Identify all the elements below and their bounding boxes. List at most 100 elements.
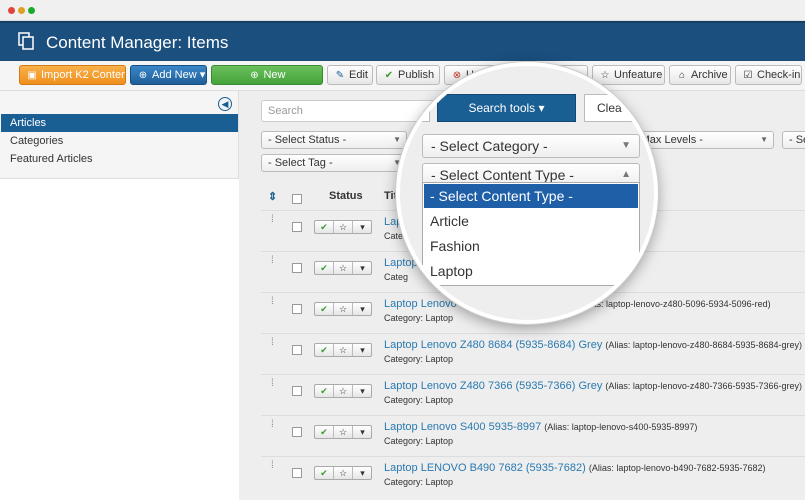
sidebar-item-articles[interactable]: Articles (1, 114, 238, 132)
sort-order-icon[interactable]: ⇕ (268, 190, 277, 203)
search-button[interactable] (400, 94, 430, 122)
featured-star-icon[interactable]: ☆ (334, 221, 353, 233)
featured-star-icon[interactable]: ☆ (334, 467, 353, 479)
featured-star-icon[interactable]: ☆ (334, 426, 353, 438)
published-check-icon[interactable]: ✔ (315, 467, 334, 479)
actions-caret-icon[interactable]: ▾ (353, 221, 372, 233)
import-icon: ▣ (27, 70, 37, 81)
published-check-icon[interactable]: ✔ (315, 344, 334, 356)
item-title-link[interactable]: Laptop Lenovo S400 5935-8997 (Alias: lap… (384, 421, 697, 433)
minimize-dot-icon[interactable] (18, 7, 25, 14)
item-title-link[interactable]: Laptop LENOVO B490 7682 (5935-7682) (Ali… (384, 462, 766, 474)
maximize-dot-icon[interactable] (28, 7, 35, 14)
published-check-icon[interactable]: ✔ (315, 262, 334, 274)
actions-caret-icon[interactable]: ▾ (353, 344, 372, 356)
row-divider (261, 374, 805, 375)
status-column-header[interactable]: Status (329, 190, 363, 202)
unfeature-button[interactable]: ☆ Unfeature (592, 65, 665, 85)
featured-star-icon[interactable]: ☆ (334, 385, 353, 397)
row-checkbox[interactable] (292, 345, 302, 355)
check-icon: ✔ (384, 70, 394, 81)
item-title-link[interactable]: Laptop Lenovo Z480 8684 (5935-8684) Grey… (384, 339, 802, 351)
actions-caret-icon[interactable]: ▾ (353, 385, 372, 397)
item-alias: (Alias: laptop-lenovo-z480-8684-5935-868… (605, 340, 803, 350)
category-filter-select[interactable]: - Select Category - ▼ (422, 134, 640, 158)
sidebar-item-featured-articles[interactable]: Featured Articles (1, 150, 238, 168)
toolbar: ▣ Import K2 Content ⊕ Add New ▾ ⊕ New ✎ Edit… (0, 61, 805, 91)
item-category: Category: Laptop (384, 436, 454, 446)
item-alias: (Alias: laptop-lenovo-b490-7682-5935-768… (588, 463, 766, 473)
new-button[interactable]: ⊕ New (211, 65, 323, 85)
published-check-icon[interactable]: ✔ (315, 303, 334, 315)
row-checkbox[interactable] (292, 427, 302, 437)
collapse-sidebar-icon[interactable]: ◀ (218, 97, 232, 111)
drag-handle-icon[interactable]: ⁞ (271, 256, 274, 266)
item-title[interactable]: Laptop Lenovo S400 5935-8997 (384, 421, 541, 433)
row-checkbox[interactable] (292, 386, 302, 396)
status-button-group: ✔ ☆ ▾ (314, 466, 372, 480)
row-divider (261, 415, 805, 416)
row-checkbox[interactable] (292, 263, 302, 273)
select-all-checkbox[interactable] (292, 194, 302, 204)
row-checkbox[interactable] (292, 468, 302, 478)
status-button-group: ✔ ☆ ▾ (314, 425, 372, 439)
status-filter-select[interactable]: - Select Status - ▼ (261, 131, 407, 149)
checkbox-icon: ☑ (743, 70, 753, 81)
chevron-down-icon: ▼ (621, 140, 631, 151)
featured-star-icon[interactable]: ☆ (334, 303, 353, 315)
magnifier-overlay: Search tools ▾ Clea - Select Category - ▼… (396, 62, 658, 324)
drag-handle-icon[interactable]: ⁞ (271, 297, 274, 307)
item-category: Category: Laptop (384, 477, 454, 487)
page-header: Content Manager: Items (0, 21, 805, 61)
actions-caret-icon[interactable]: ▾ (353, 262, 372, 274)
item-title-link[interactable]: Laptop Lenovo Z480 7366 (5935-7366) Grey… (384, 380, 802, 392)
actions-caret-icon[interactable]: ▾ (353, 303, 372, 315)
tag-filter-select[interactable]: - Select Tag - ▼ (261, 154, 407, 172)
option-fashion[interactable]: Fashion (424, 234, 638, 258)
row-checkbox[interactable] (292, 304, 302, 314)
sidebar-item-categories[interactable]: Categories (1, 132, 238, 150)
archive-button[interactable]: ⌂ Archive (669, 65, 731, 85)
row-checkbox[interactable] (292, 222, 302, 232)
plus-circle-icon: ⊕ (250, 70, 259, 81)
featured-star-icon[interactable]: ☆ (334, 344, 353, 356)
extra-filter-select[interactable]: - Se (782, 131, 805, 149)
option-laptop[interactable]: Laptop (424, 259, 638, 283)
option-select-content-type[interactable]: - Select Content Type - (424, 184, 638, 208)
close-dot-icon[interactable] (8, 7, 15, 14)
drag-handle-icon[interactable]: ⁞ (271, 338, 274, 348)
status-button-group: ✔ ☆ ▾ (314, 302, 372, 316)
drag-handle-icon[interactable]: ⁞ (271, 461, 274, 471)
item-title[interactable]: Laptop (384, 257, 418, 269)
drag-handle-icon[interactable]: ⁞ (271, 420, 274, 430)
caret-down-icon: ▾ (199, 69, 206, 81)
caret-down-icon: ▾ (538, 101, 545, 115)
clear-button[interactable]: Clea (584, 94, 644, 122)
item-alias: (Alias: laptop-lenovo-s400-5935-8997) (544, 422, 698, 432)
item-category: Categ (384, 272, 409, 282)
import-k2-button[interactable]: ▣ Import K2 Content (19, 65, 126, 85)
add-new-button[interactable]: ⊕ Add New ▾ (130, 65, 207, 85)
item-title[interactable]: Laptop Lenovo Z480 7366 (5935-7366) Grey (384, 380, 602, 392)
actions-caret-icon[interactable]: ▾ (353, 467, 372, 479)
featured-star-icon[interactable]: ☆ (334, 262, 353, 274)
item-title[interactable]: Laptop LENOVO B490 7682 (5935-7682) (384, 462, 586, 474)
item-category: Category: Laptop (384, 313, 454, 323)
item-alias: (Alias: laptop-lenovo-z480-7366-5935-736… (605, 381, 803, 391)
item-alias: (Alias: laptop-lenovo-z480-5096-5934-509… (578, 299, 771, 309)
actions-caret-icon[interactable]: ▾ (353, 426, 372, 438)
check-in-button[interactable]: ☑ Check-in (735, 65, 802, 85)
edit-button[interactable]: ✎ Edit (327, 65, 373, 85)
published-check-icon[interactable]: ✔ (315, 221, 334, 233)
drag-handle-icon[interactable]: ⁞ (271, 379, 274, 389)
item-title[interactable]: Laptop Lenovo Z480 8684 (5935-8684) Grey (384, 339, 602, 351)
published-check-icon[interactable]: ✔ (315, 426, 334, 438)
drag-handle-icon[interactable]: ⁞ (271, 215, 274, 225)
archive-icon: ⌂ (678, 70, 686, 81)
search-tools-button[interactable]: Search tools ▾ (437, 94, 576, 122)
published-check-icon[interactable]: ✔ (315, 385, 334, 397)
star-icon: ☆ (600, 70, 610, 81)
publish-button[interactable]: ✔ Publish (376, 65, 440, 85)
window-chrome (0, 0, 805, 21)
option-article[interactable]: Article (424, 209, 638, 233)
